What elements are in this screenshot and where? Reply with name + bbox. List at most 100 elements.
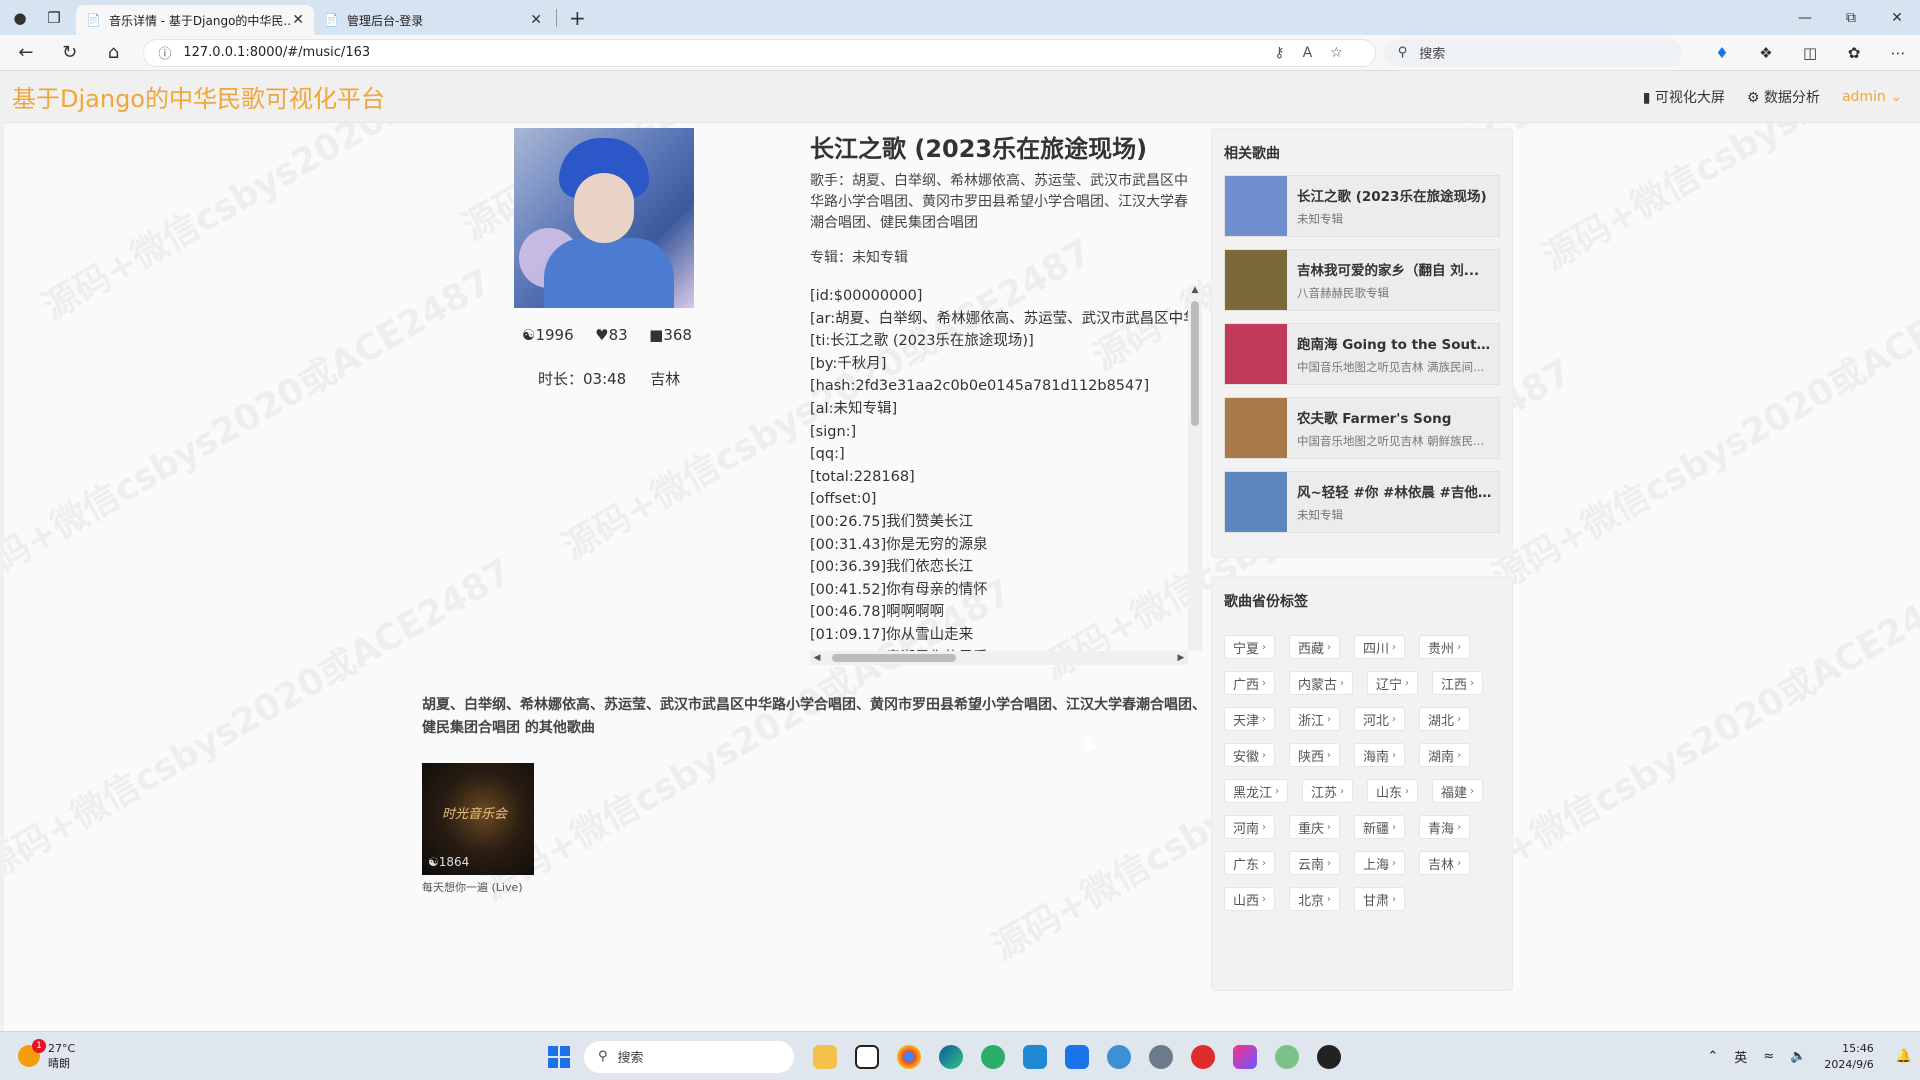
province-tag[interactable]: 青海 › bbox=[1419, 815, 1471, 839]
extensions-puzzle-icon[interactable]: ❖ bbox=[1744, 44, 1788, 62]
scrollbar-thumb[interactable] bbox=[832, 654, 956, 662]
horizontal-scrollbar[interactable]: ◀ ▶ bbox=[810, 651, 1188, 665]
workspaces-icon[interactable]: ❐ bbox=[40, 4, 68, 32]
province-tag[interactable]: 安徽 › bbox=[1224, 743, 1276, 767]
user-menu[interactable]: admin ⌄ bbox=[1842, 89, 1902, 105]
lyrics-box[interactable]: [id:$00000000] [ar:胡夏、白举纲、希林娜依高、苏运莹、武汉市武昌… bbox=[810, 285, 1202, 665]
province-tag[interactable]: 四川 › bbox=[1354, 635, 1406, 659]
chrome-icon[interactable] bbox=[892, 1040, 926, 1074]
other-song-name[interactable]: 每天想你一遍 (Live) bbox=[422, 879, 534, 895]
province-tag[interactable]: 内蒙古 › bbox=[1289, 671, 1354, 695]
more-menu-icon[interactable]: ⋯ bbox=[1876, 44, 1920, 62]
province-tag[interactable]: 北京 › bbox=[1289, 887, 1341, 911]
split-screen-icon[interactable]: ◫ bbox=[1788, 44, 1832, 62]
vscode-icon[interactable] bbox=[1018, 1040, 1052, 1074]
netease-music-icon[interactable] bbox=[1186, 1040, 1220, 1074]
site-info-icon[interactable]: ⓘ bbox=[158, 43, 171, 62]
nav-analysis[interactable]: ⚙ 数据分析 bbox=[1747, 87, 1820, 107]
site-brand[interactable]: 基于Django的中华民歌可视化平台 bbox=[12, 79, 385, 114]
close-window-icon[interactable]: ✕ bbox=[1874, 10, 1920, 26]
app-icon[interactable] bbox=[1144, 1040, 1178, 1074]
back-icon[interactable]: ← bbox=[8, 42, 44, 63]
url-text[interactable]: 127.0.0.1:8000/#/music/163 bbox=[183, 45, 1274, 60]
jetbrains-icon[interactable] bbox=[1228, 1040, 1262, 1074]
province-tag[interactable]: 陕西 › bbox=[1289, 743, 1341, 767]
scroll-right-icon[interactable]: ▶ bbox=[1174, 653, 1188, 663]
app-icon[interactable] bbox=[1060, 1040, 1094, 1074]
related-song-item[interactable]: 跑南海 Going to the South... 中国音乐地图之听见吉林 满族民… bbox=[1224, 323, 1500, 385]
restore-icon[interactable]: ⧉ bbox=[1828, 10, 1874, 26]
collections-icon[interactable]: ✿ bbox=[1832, 44, 1876, 62]
province-tag[interactable]: 山东 › bbox=[1367, 779, 1419, 803]
scroll-left-icon[interactable]: ◀ bbox=[810, 653, 824, 663]
chevron-up-icon[interactable]: ⌃ bbox=[1707, 1049, 1718, 1064]
scrollbar-thumb[interactable] bbox=[1191, 301, 1199, 426]
other-song-cover[interactable]: 时光音乐会 ☯1864 bbox=[422, 763, 534, 875]
province-tag[interactable]: 河北 › bbox=[1354, 707, 1406, 731]
close-icon[interactable]: ✕ bbox=[530, 12, 542, 28]
home-icon[interactable]: ⌂ bbox=[96, 42, 132, 63]
nav-big-screen[interactable]: ▮ 可视化大屏 bbox=[1643, 87, 1725, 107]
weather-widget[interactable]: 1 27°C 晴朗 bbox=[18, 1039, 75, 1071]
clock[interactable]: 15:46 2024/9/6 bbox=[1824, 1041, 1873, 1073]
comments-stat[interactable]: ■368 bbox=[649, 326, 692, 344]
province-tag[interactable]: 浙江 › bbox=[1289, 707, 1341, 731]
app-icon[interactable] bbox=[1270, 1040, 1304, 1074]
related-song-item[interactable]: 长江之歌 (2023乐在旅途现场) 未知专辑 bbox=[1224, 175, 1500, 237]
province-tag[interactable]: 吉林 › bbox=[1419, 851, 1471, 875]
province-tag[interactable]: 广西 › bbox=[1224, 671, 1276, 695]
favorite-star-icon[interactable]: ☆ bbox=[1330, 45, 1361, 61]
minimize-icon[interactable]: — bbox=[1782, 10, 1828, 26]
url-bar[interactable]: ⓘ 127.0.0.1:8000/#/music/163 ⚷A☆ bbox=[143, 38, 1376, 67]
province-tag[interactable]: 广东 › bbox=[1224, 851, 1276, 875]
province-tag[interactable]: 湖南 › bbox=[1419, 743, 1471, 767]
province-tag[interactable]: 甘肃 › bbox=[1354, 887, 1406, 911]
vertical-scrollbar[interactable]: ▲ bbox=[1188, 285, 1202, 651]
wechat-icon[interactable] bbox=[976, 1040, 1010, 1074]
wifi-icon[interactable]: ≈ bbox=[1763, 1049, 1774, 1064]
extension-icon[interactable]: ♦ bbox=[1700, 44, 1744, 62]
province-tag[interactable]: 重庆 › bbox=[1289, 815, 1341, 839]
tab-admin-login[interactable]: 📄 管理后台-登录 ✕ bbox=[314, 5, 552, 35]
new-tab-button[interactable]: + bbox=[569, 6, 586, 30]
related-song-item[interactable]: 吉林我可爱的家乡（翻自 刘... 八音赫赫民歌专辑 bbox=[1224, 249, 1500, 311]
close-icon[interactable]: ✕ bbox=[292, 12, 304, 28]
province-tag[interactable]: 江西 › bbox=[1432, 671, 1484, 695]
refresh-icon[interactable]: ↻ bbox=[52, 42, 88, 63]
province-tag[interactable]: 上海 › bbox=[1354, 851, 1406, 875]
read-aloud-icon[interactable]: A bbox=[1303, 45, 1331, 61]
province-tag[interactable]: 山西 › bbox=[1224, 887, 1276, 911]
app-icon[interactable] bbox=[1102, 1040, 1136, 1074]
key-icon[interactable]: ⚷ bbox=[1274, 45, 1302, 61]
scroll-up-icon[interactable]: ▲ bbox=[1188, 285, 1202, 299]
province-tag[interactable]: 天津 › bbox=[1224, 707, 1276, 731]
province-tag[interactable]: 河南 › bbox=[1224, 815, 1276, 839]
province-tag[interactable]: 湖北 › bbox=[1419, 707, 1471, 731]
province-tag[interactable]: 新疆 › bbox=[1354, 815, 1406, 839]
taskbar-search[interactable]: ⚲ 搜索 bbox=[584, 1040, 794, 1073]
edge-icon[interactable] bbox=[934, 1040, 968, 1074]
tab-music-detail[interactable]: 📄 音乐详情 - 基于Django的中华民... ✕ bbox=[76, 5, 314, 35]
province-tag[interactable]: 辽宁 › bbox=[1367, 671, 1419, 695]
province-tag[interactable]: 江苏 › bbox=[1302, 779, 1354, 803]
province-tag[interactable]: 贵州 › bbox=[1419, 635, 1471, 659]
related-song-item[interactable]: 风~轻轻 #你 #林依晨 #吉他... 未知专辑 bbox=[1224, 471, 1500, 533]
notification-icon[interactable]: 🔔 bbox=[1896, 1049, 1912, 1064]
volume-icon[interactable]: 🔈 bbox=[1790, 1049, 1806, 1064]
app-icon[interactable] bbox=[1312, 1040, 1346, 1074]
province-tag[interactable]: 宁夏 › bbox=[1224, 635, 1276, 659]
province-tag[interactable]: 西藏 › bbox=[1289, 635, 1341, 659]
other-song-card[interactable]: 时光音乐会 ☯1864 每天想你一遍 (Live) bbox=[422, 763, 534, 895]
profile-icon[interactable]: ● bbox=[6, 4, 34, 32]
province-tag[interactable]: 福建 › bbox=[1432, 779, 1484, 803]
related-song-item[interactable]: 农夫歌 Farmer's Song 中国音乐地图之听见吉林 朝鲜族民... bbox=[1224, 397, 1500, 459]
file-explorer-icon[interactable] bbox=[808, 1040, 842, 1074]
province-tag[interactable]: 黑龙江 › bbox=[1224, 779, 1289, 803]
likes-stat[interactable]: ♥83 bbox=[595, 326, 628, 344]
windows-start-icon[interactable] bbox=[548, 1045, 570, 1068]
input-method[interactable]: 英 bbox=[1734, 1047, 1747, 1066]
browser-search-box[interactable]: ⚲ 搜索 bbox=[1383, 38, 1683, 67]
notion-icon[interactable] bbox=[850, 1040, 884, 1074]
province-tag[interactable]: 海南 › bbox=[1354, 743, 1406, 767]
province-tag[interactable]: 云南 › bbox=[1289, 851, 1341, 875]
